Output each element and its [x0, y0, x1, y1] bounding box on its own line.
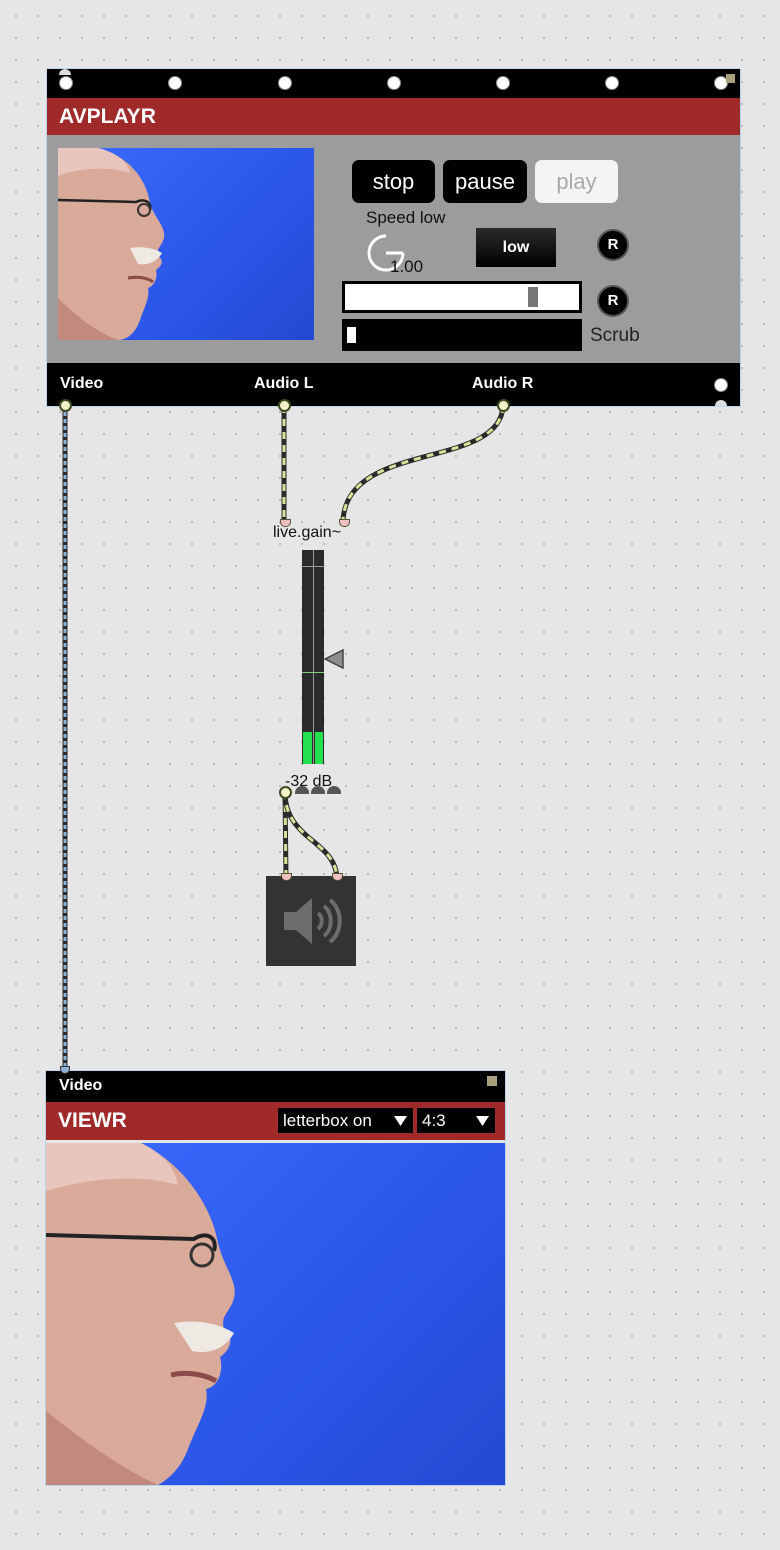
speed-label: Speed low	[366, 208, 446, 227]
viewr-inlet-bar: Video	[46, 1071, 505, 1102]
letterbox-value: letterbox on	[283, 1111, 372, 1130]
dropdown-arrow-icon	[394, 1116, 407, 1126]
speaker-icon	[284, 898, 342, 944]
aspect-value: 4:3	[422, 1111, 446, 1130]
inlet-2[interactable]	[168, 76, 182, 90]
gain-outlets	[279, 786, 351, 799]
info-outlet[interactable]	[714, 378, 728, 392]
low-button[interactable]: low	[476, 228, 556, 267]
inlet-4[interactable]	[387, 76, 401, 90]
reset-speed-button[interactable]: R	[599, 231, 627, 259]
letterbox-dropdown[interactable]: letterbox on	[278, 1108, 413, 1133]
gain-handle-icon[interactable]	[323, 648, 345, 670]
meter-left-level	[303, 732, 312, 764]
gain-meter[interactable]	[302, 550, 324, 764]
slider-track	[345, 284, 579, 310]
pause-button[interactable]: pause	[443, 160, 527, 203]
video-frame-person	[58, 148, 165, 340]
slider-thumb[interactable]	[528, 287, 538, 307]
avplayr-module[interactable]: AVPLAYR stop pause play Speed low 1.00 l…	[47, 69, 740, 406]
video-display	[46, 1143, 505, 1485]
reset-slider-button[interactable]: R	[599, 287, 627, 315]
audio-r-cable[interactable]	[340, 405, 506, 523]
avplayr-outlet-bar: Video Audio L Audio R	[47, 363, 740, 406]
avplayr-title: AVPLAYR	[47, 98, 740, 135]
audio-l-outlet-label: Audio L	[254, 375, 314, 392]
gain-outlet-3[interactable]	[311, 786, 325, 794]
gain-outlet-1[interactable]	[279, 786, 292, 799]
audio-r-outlet-label: Audio R	[472, 375, 534, 392]
aspect-dropdown[interactable]: 4:3	[417, 1108, 495, 1133]
speaker-toggle[interactable]	[266, 876, 356, 966]
meter-right-level	[315, 732, 323, 764]
speed-slider[interactable]	[342, 281, 582, 313]
inlet-3[interactable]	[278, 76, 292, 90]
audio-l-outlet[interactable]	[278, 399, 291, 412]
inlet-6[interactable]	[605, 76, 619, 90]
scrub-position	[347, 327, 356, 343]
outlet-half[interactable]	[715, 400, 727, 406]
gain-object-label: live.gain~	[273, 524, 342, 541]
viewr-inlet-label: Video	[59, 1077, 103, 1094]
resize-handle[interactable]	[726, 74, 735, 83]
video-frame-person	[46, 1143, 235, 1485]
video-preview	[58, 148, 314, 340]
scrub-bar[interactable]	[342, 319, 582, 351]
gain-outlet-2[interactable]	[295, 786, 309, 794]
dropdown-arrow-icon	[476, 1116, 489, 1126]
video-outlet-label: Video	[60, 375, 104, 392]
stop-button[interactable]: stop	[352, 160, 435, 203]
audio-r-outlet[interactable]	[497, 399, 510, 412]
speed-value: 1.00	[390, 257, 424, 276]
scrub-label: Scrub	[590, 325, 640, 346]
video-outlet[interactable]	[59, 399, 72, 412]
resize-handle[interactable]	[487, 1076, 497, 1086]
gain-to-speaker-cables[interactable]	[282, 791, 340, 879]
play-button[interactable]: play	[535, 160, 618, 203]
gain-outlet-4[interactable]	[327, 786, 341, 794]
avplayr-inlet-bar	[47, 69, 740, 98]
inlet-1[interactable]	[59, 69, 71, 75]
inlet-5[interactable]	[496, 76, 510, 90]
viewr-module[interactable]: Video VIEWR letterbox on 4:3	[46, 1066, 505, 1485]
inlet-1[interactable]	[59, 76, 73, 90]
